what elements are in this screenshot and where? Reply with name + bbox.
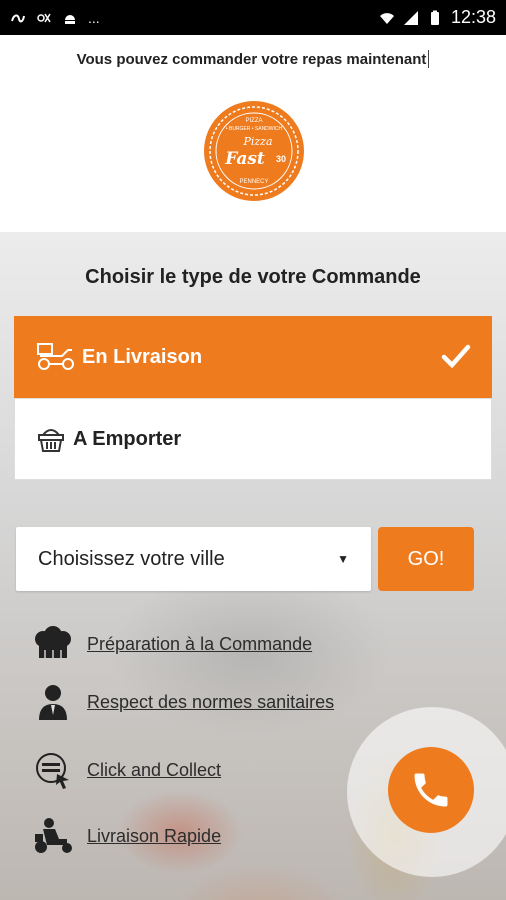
- feature-click-collect-label: Click and Collect: [87, 759, 222, 780]
- logo-bottom-text: PENNECY: [239, 179, 268, 185]
- logo-top-text: PIZZA: [245, 118, 262, 124]
- wifi-calling-icon: [37, 13, 51, 22]
- feature-fast-delivery[interactable]: Livraison Rapide: [30, 816, 221, 856]
- click-collect-icon: [30, 750, 76, 790]
- logo: PIZZA • BURGER • SANDWICH Pizza Fast 30 …: [203, 100, 305, 202]
- feature-sanitary-label: Respect des normes sanitaires: [87, 691, 335, 712]
- person-icon: [30, 682, 76, 722]
- logo-number: 30: [276, 154, 286, 164]
- option-takeaway[interactable]: A Emporter: [14, 398, 492, 480]
- chevron-down-icon: ▼: [337, 552, 349, 566]
- feature-sanitary[interactable]: Respect des normes sanitaires: [30, 682, 334, 722]
- battery-icon: [430, 10, 439, 25]
- feature-preparation-label: Préparation à la Commande: [87, 633, 313, 654]
- delivery-scooter-icon: [36, 342, 76, 372]
- wifi-icon: [379, 12, 394, 24]
- status-bar: ... 12:38: [0, 0, 506, 35]
- city-select-value: Choisissez votre ville: [38, 547, 225, 570]
- phone-icon: [414, 773, 448, 807]
- logo-badge: PIZZA • BURGER • SANDWICH Pizza Fast 30 …: [204, 101, 304, 201]
- app-notification-icon: [11, 14, 25, 22]
- logo-sub-text: • BURGER • SANDWICH: [226, 126, 283, 132]
- logo-brand-text: Fast: [224, 149, 265, 169]
- order-type-title: Choisir le type de votre Commande: [85, 266, 421, 288]
- more-notifications: ...: [88, 9, 100, 26]
- feature-fast-delivery-label: Livraison Rapide: [87, 825, 222, 846]
- option-delivery-label: En Livraison: [82, 345, 203, 368]
- option-delivery[interactable]: En Livraison: [14, 316, 492, 398]
- android-icon: [65, 14, 75, 24]
- signal-icon: [403, 10, 418, 25]
- checkmark-icon: [441, 344, 471, 369]
- text-cursor: [428, 50, 430, 68]
- scooter-icon: [30, 816, 76, 856]
- call-button[interactable]: [388, 747, 474, 833]
- option-takeaway-label: A Emporter: [73, 427, 182, 450]
- feature-preparation[interactable]: Préparation à la Commande: [30, 624, 312, 664]
- logo-script-text: Pizza: [242, 135, 272, 148]
- feature-click-collect[interactable]: Click and Collect: [30, 750, 221, 790]
- basket-icon: [37, 424, 67, 454]
- status-time: 12:38: [450, 7, 496, 27]
- city-select[interactable]: Choisissez votre ville ▼: [16, 527, 371, 591]
- header-message-text: Vous pouvez commander votre repas mainte…: [76, 50, 427, 68]
- go-button[interactable]: GO!: [378, 527, 474, 591]
- header-message: Vous pouvez commander votre repas mainte…: [0, 35, 506, 83]
- chef-hat-icon: [30, 624, 76, 664]
